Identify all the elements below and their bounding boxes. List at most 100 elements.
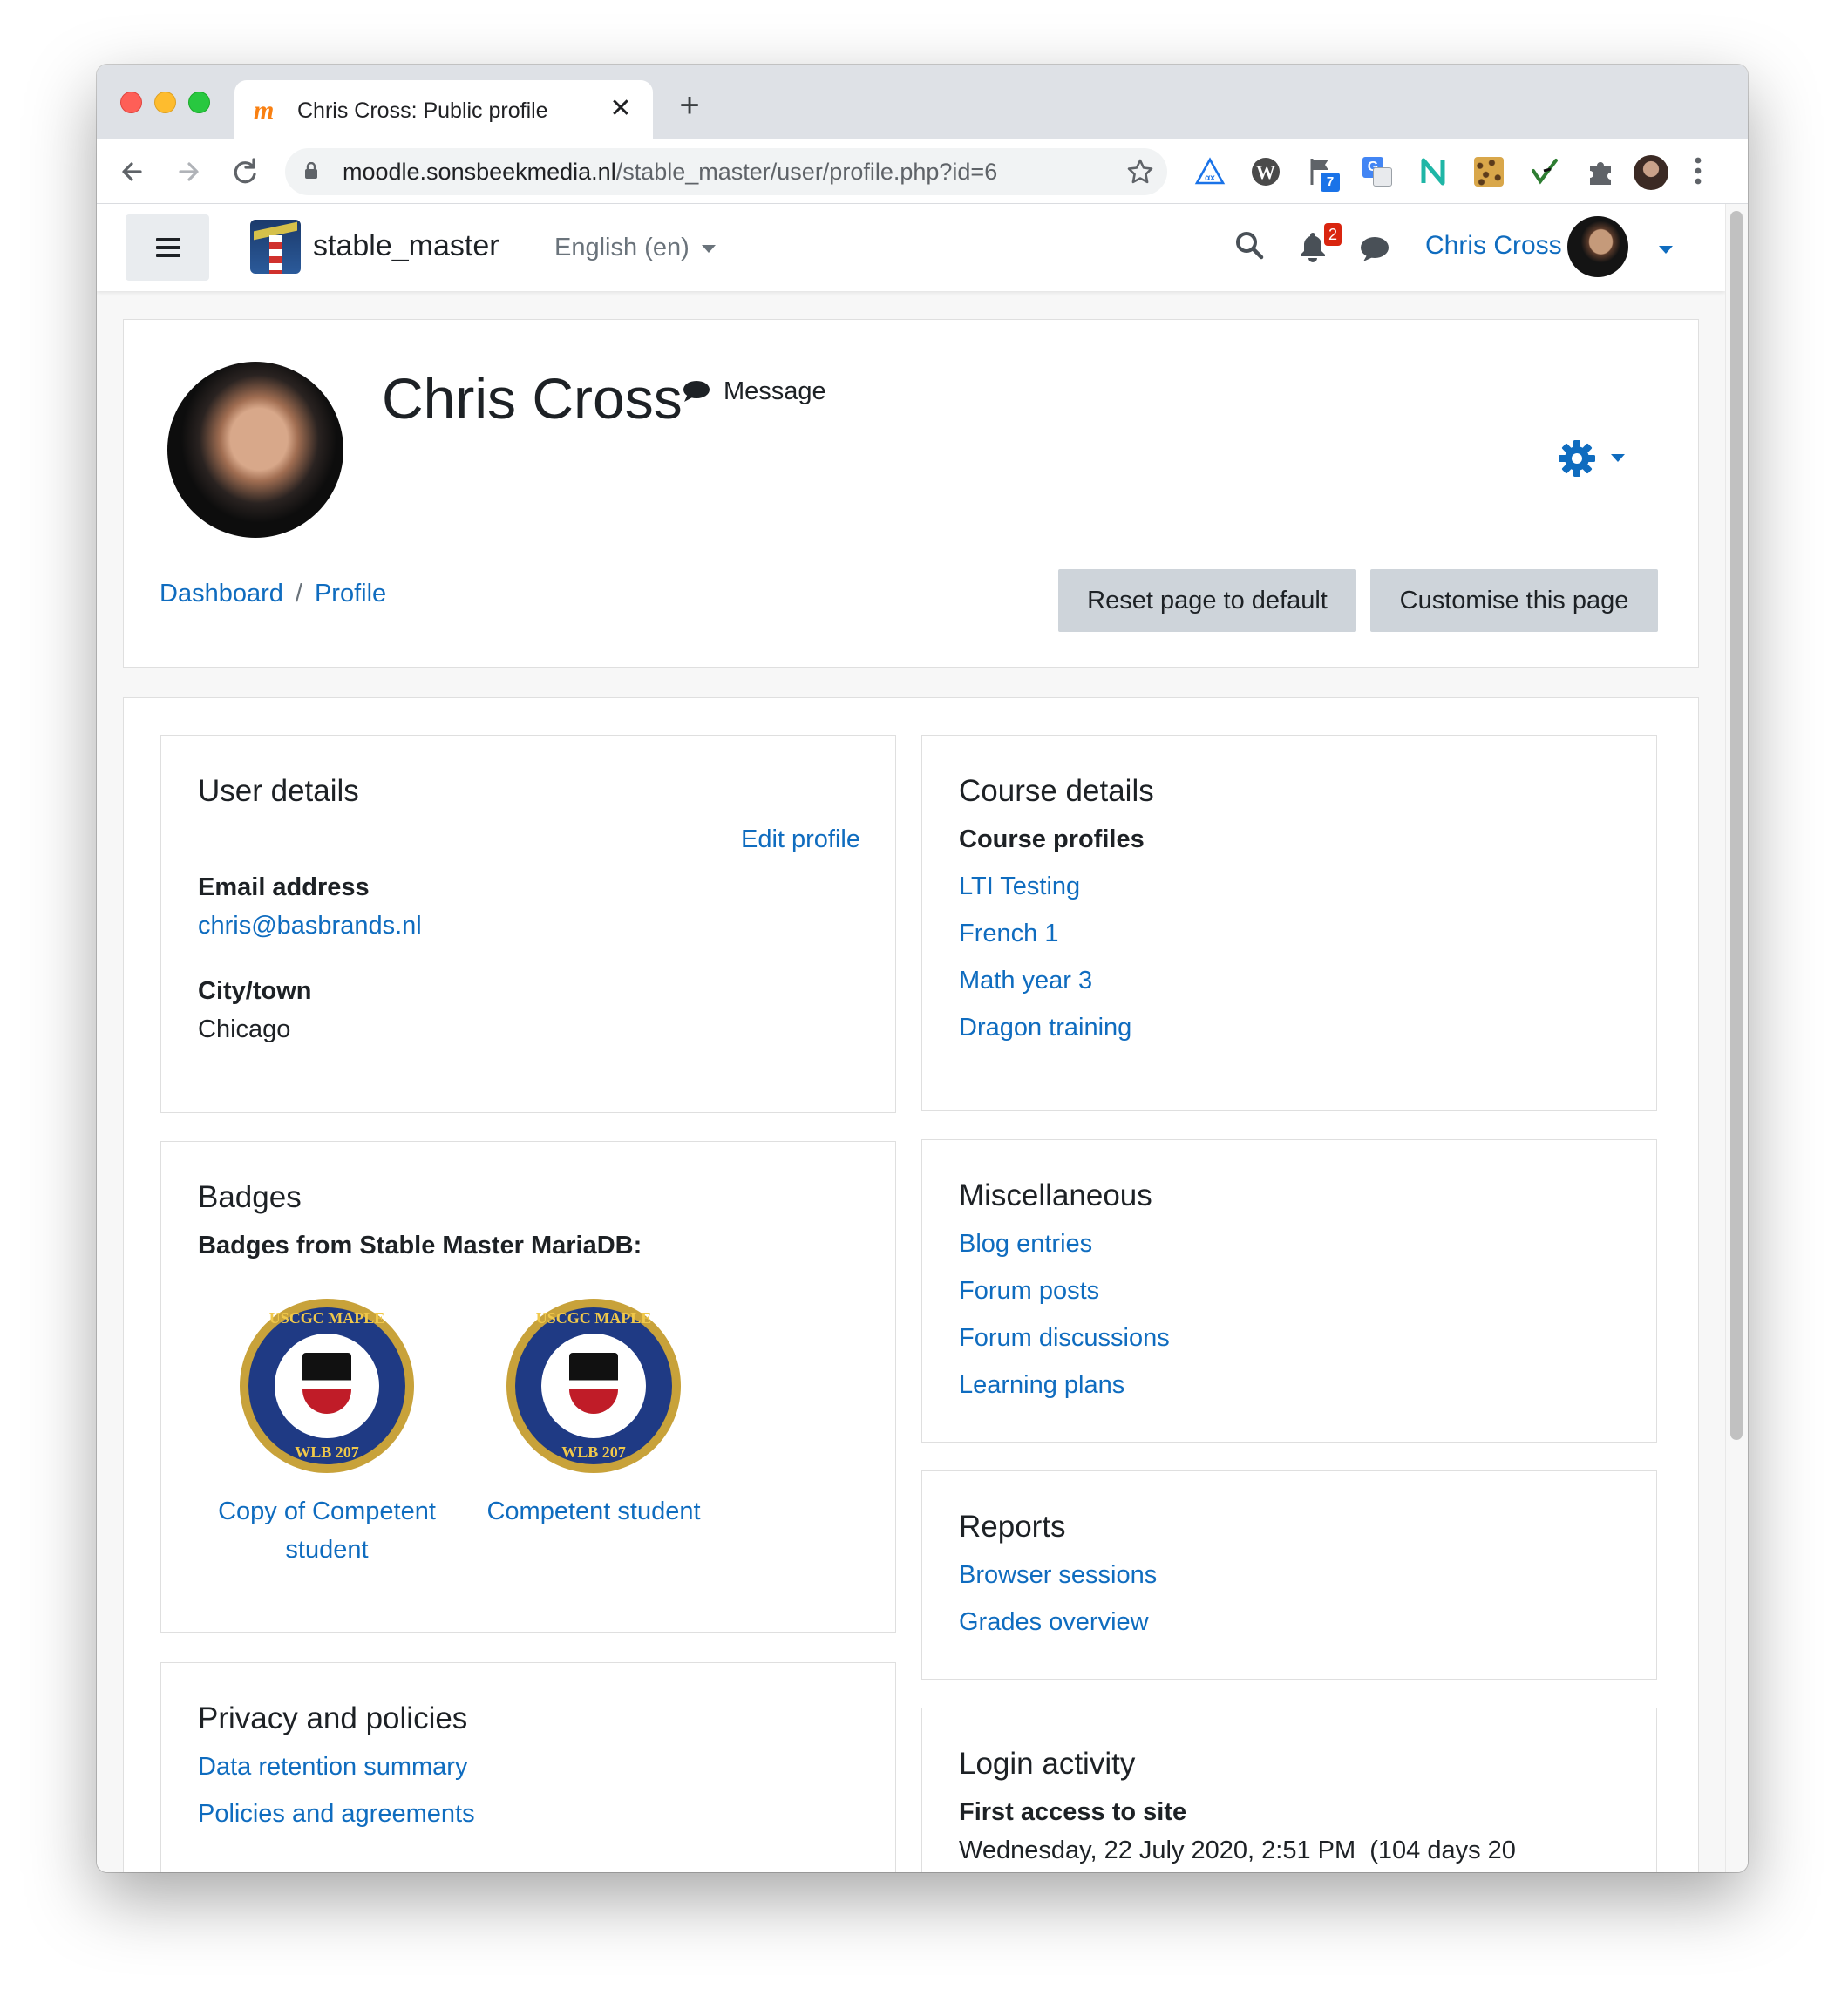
report-link[interactable]: Grades overview — [959, 1606, 1149, 1639]
arrow-left-icon — [122, 162, 142, 181]
language-menu[interactable]: English (en) — [554, 230, 716, 265]
badges-source-label: Badges from Stable Master MariaDB: — [198, 1232, 642, 1260]
new-tab-button[interactable]: + — [672, 88, 707, 124]
section-title: Login activity — [959, 1747, 1136, 1781]
badge-name-line: Copy of Competent — [218, 1497, 436, 1525]
profile-picture — [167, 362, 343, 538]
city-label: City/town — [198, 977, 312, 1005]
vertical-scrollbar[interactable] — [1725, 204, 1748, 1872]
page-viewport: stable_master English (en) 2 Chris Cross… — [97, 204, 1748, 1872]
drawer-toggle-button[interactable] — [126, 214, 209, 281]
ext-check-icon[interactable] — [1528, 155, 1561, 188]
section-title: Badges — [198, 1180, 302, 1214]
breadcrumb-dashboard[interactable]: Dashboard — [160, 580, 283, 608]
login-activity-section: Login activity First access to site Wedn… — [921, 1708, 1657, 1872]
chevron-down-icon — [701, 244, 716, 253]
user-menu-avatar[interactable] — [1567, 216, 1628, 277]
badge-emblem-text: WLB 207 — [295, 1443, 359, 1461]
badge-emblem-text: WLB 207 — [561, 1443, 626, 1461]
language-label: English (en) — [554, 234, 690, 261]
ext-translate-icon[interactable]: G — [1361, 155, 1394, 188]
close-window-button[interactable] — [120, 92, 142, 113]
section-title: Reports — [959, 1510, 1066, 1544]
moodle-navbar: stable_master English (en) 2 Chris Cross — [97, 204, 1725, 291]
close-tab-icon[interactable]: ✕ — [606, 94, 635, 124]
miscellaneous-section: Miscellaneous Blog entries Forum posts F… — [921, 1139, 1657, 1443]
reset-page-button[interactable]: Reset page to default — [1058, 569, 1356, 632]
edit-profile-link[interactable]: Edit profile — [741, 823, 860, 856]
minimize-window-button[interactable] — [154, 92, 176, 113]
svg-text:W: W — [1256, 161, 1275, 183]
ext-triangle-icon[interactable]: αx — [1193, 155, 1226, 188]
user-details-section: User details Edit profile Email address … — [160, 735, 896, 1113]
city-value: Chicago — [198, 1015, 291, 1043]
lighthouse-icon — [269, 235, 282, 274]
moodle-favicon-icon: m — [254, 96, 275, 125]
privacy-link[interactable]: Policies and agreements — [198, 1797, 475, 1830]
messages-bubble-icon[interactable] — [1357, 232, 1392, 267]
message-button[interactable]: Message — [682, 374, 826, 409]
browser-tab-active[interactable]: m Chris Cross: Public profile ✕ — [234, 80, 653, 139]
ext-n-icon[interactable] — [1417, 155, 1450, 188]
section-title: Privacy and policies — [198, 1701, 468, 1735]
shield-icon — [302, 1353, 351, 1414]
browser-menu-icon[interactable] — [1692, 153, 1704, 196]
tab-strip: m Chris Cross: Public profile ✕ + — [97, 65, 1748, 139]
badge-link[interactable]: Copy of Competent student — [196, 1492, 458, 1569]
page-title: Chris Cross — [382, 366, 683, 431]
misc-link[interactable]: Forum posts — [959, 1274, 1099, 1307]
course-profiles-label: Course profiles — [959, 825, 1145, 853]
reload-button[interactable] — [226, 153, 264, 191]
badge-image[interactable]: USCGC MAPLE WLB 207 — [240, 1299, 414, 1473]
section-title: User details — [198, 774, 359, 808]
url-path: /stable_master/user/profile.php?id=6 — [615, 159, 998, 185]
course-link[interactable]: LTI Testing — [959, 870, 1080, 903]
message-label: Message — [724, 377, 826, 405]
email-link[interactable]: chris@basbrands.nl — [198, 909, 422, 942]
badge-emblem-text: USCGC MAPLE — [535, 1309, 652, 1327]
shield-icon — [569, 1353, 618, 1414]
extensions-puzzle-icon[interactable] — [1584, 155, 1617, 188]
profile-content: User details Edit profile Email address … — [123, 697, 1699, 1872]
badge-image[interactable]: USCGC MAPLE WLB 207 — [506, 1299, 681, 1473]
email-label: Email address — [198, 873, 370, 901]
search-icon[interactable] — [1233, 228, 1267, 263]
course-link[interactable]: French 1 — [959, 917, 1058, 950]
breadcrumb-separator: / — [295, 580, 302, 608]
forward-button[interactable] — [170, 153, 208, 191]
breadcrumb: Dashboard / Profile — [160, 576, 386, 611]
address-bar[interactable]: moodle.sonsbeekmedia.nl/stable_master/us… — [285, 148, 1167, 195]
customise-page-button[interactable]: Customise this page — [1370, 569, 1658, 632]
first-access-label: First access to site — [959, 1798, 1187, 1826]
report-link[interactable]: Browser sessions — [959, 1558, 1157, 1592]
site-logo[interactable] — [250, 220, 301, 274]
badge-link[interactable]: Competent student — [463, 1492, 724, 1531]
privacy-section: Privacy and policies Data retention summ… — [160, 1662, 896, 1872]
misc-link[interactable]: Learning plans — [959, 1368, 1124, 1402]
site-name[interactable]: stable_master — [313, 227, 499, 265]
privacy-link[interactable]: Data retention summary — [198, 1750, 467, 1783]
first-access-value: Wednesday, 22 July 2020, 2:51 PM (104 da… — [959, 1837, 1516, 1864]
gear-icon[interactable] — [1557, 438, 1597, 479]
badges-section: Badges Badges from Stable Master MariaDB… — [160, 1141, 896, 1633]
page-header: Chris Cross Message Dashboard / Profile … — [123, 319, 1699, 668]
svg-text:αx: αx — [1205, 173, 1215, 183]
gear-chevron-down-icon[interactable] — [1611, 451, 1625, 466]
browser-toolbar: moodle.sonsbeekmedia.nl/stable_master/us… — [97, 139, 1748, 204]
ext-wordpress-icon[interactable]: W — [1249, 155, 1282, 188]
ext-leopard-icon[interactable] — [1472, 155, 1505, 188]
ext-flag-icon[interactable]: 7 — [1305, 155, 1340, 192]
scrollbar-thumb[interactable] — [1730, 211, 1743, 1440]
course-link[interactable]: Dragon training — [959, 1011, 1131, 1044]
maximize-window-button[interactable] — [188, 92, 210, 113]
arrow-right-icon — [179, 162, 199, 181]
breadcrumb-profile[interactable]: Profile — [315, 580, 386, 608]
misc-link[interactable]: Blog entries — [959, 1227, 1092, 1260]
browser-profile-avatar[interactable] — [1634, 155, 1668, 190]
user-menu-name[interactable]: Chris Cross — [1425, 228, 1562, 263]
course-link[interactable]: Math year 3 — [959, 964, 1092, 997]
user-menu-chevron-down-icon[interactable] — [1659, 242, 1673, 258]
bookmark-star-icon — [1127, 159, 1153, 184]
back-button[interactable] — [114, 153, 153, 191]
misc-link[interactable]: Forum discussions — [959, 1321, 1170, 1355]
